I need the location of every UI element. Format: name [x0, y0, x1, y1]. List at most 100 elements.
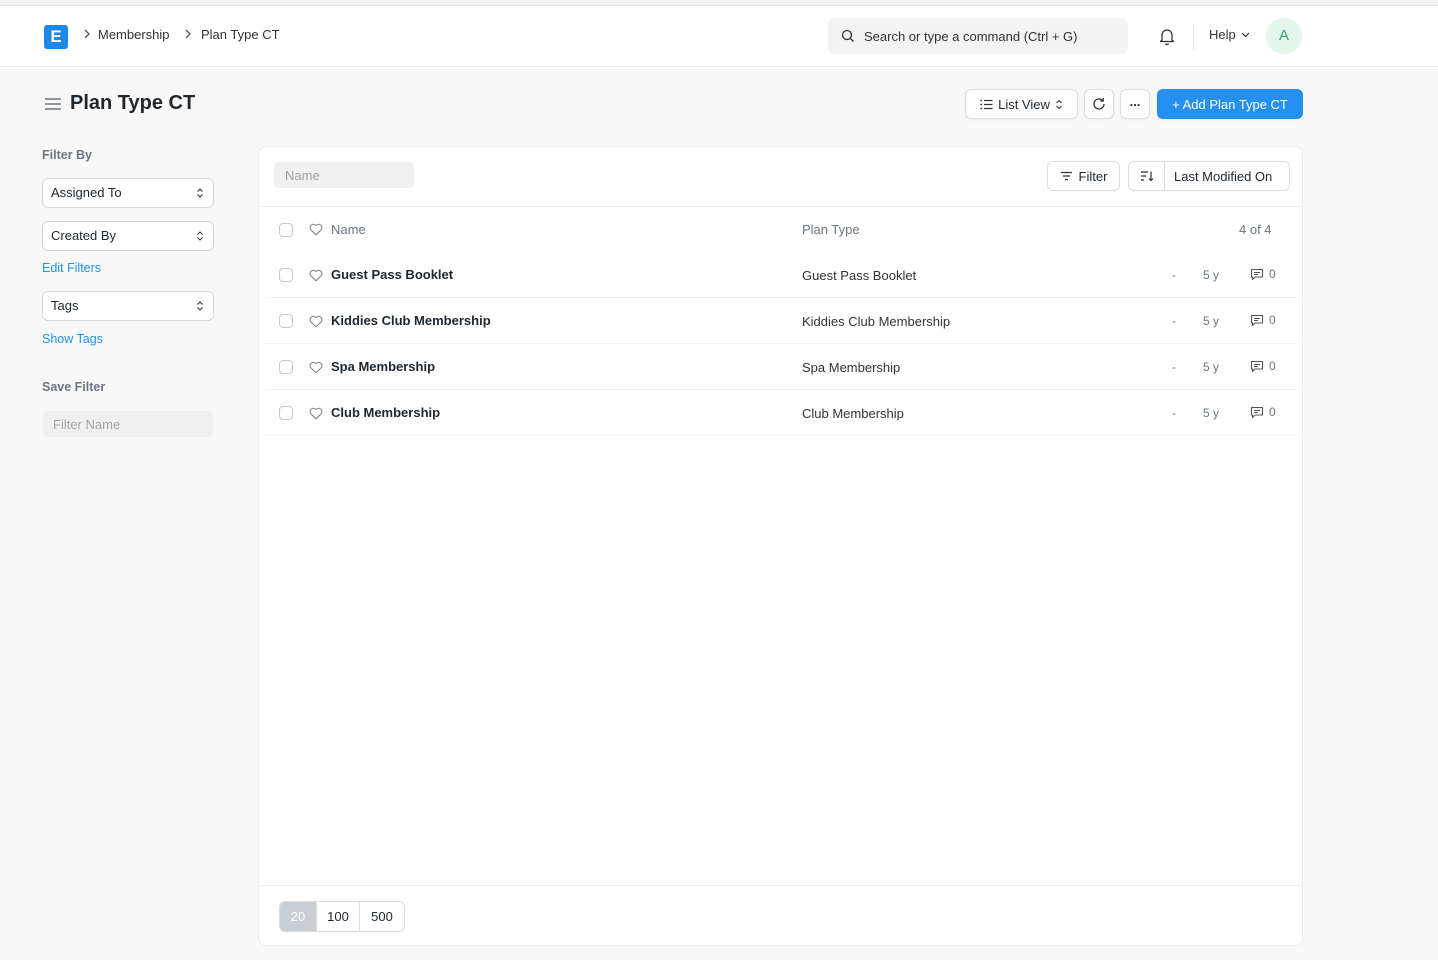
sidebar-toggle-icon[interactable] [44, 97, 62, 114]
page-size-selector: 20 100 500 [279, 901, 405, 932]
heart-icon[interactable] [309, 361, 323, 374]
divider [259, 885, 1302, 886]
breadcrumb-plan-type-ct[interactable]: Plan Type CT [201, 27, 280, 42]
avatar[interactable]: A [1266, 18, 1302, 54]
filter-button[interactable]: Filter [1047, 161, 1120, 191]
divider [259, 206, 1302, 207]
row-name-link[interactable]: Kiddies Club Membership [331, 313, 491, 328]
tags-select[interactable]: Tags [42, 291, 214, 321]
row-modified-time: 5 y [1203, 360, 1220, 374]
page-size-20-button[interactable]: 20 [280, 902, 317, 931]
refresh-button[interactable] [1084, 89, 1114, 119]
heart-icon[interactable] [309, 223, 323, 236]
page-size-100-button[interactable]: 100 [317, 902, 360, 931]
row-name-link[interactable]: Spa Membership [331, 359, 435, 374]
created-by-select[interactable]: Created By [42, 221, 214, 251]
table-row[interactable]: Kiddies Club Membership Kiddies Club Memb… [265, 298, 1297, 344]
select-caret-icon [197, 188, 203, 198]
breadcrumb-membership[interactable]: Membership [98, 27, 170, 42]
add-plan-type-label: + Add Plan Type CT [1172, 96, 1288, 112]
row-modified-time: 5 y [1203, 268, 1220, 282]
row-plan-type: Spa Membership [802, 360, 901, 375]
comment-count-value: 0 [1269, 359, 1276, 373]
assigned-to-select[interactable]: Assigned To [42, 178, 214, 208]
row-name-link[interactable]: Guest Pass Booklet [331, 267, 453, 282]
help-label: Help [1209, 27, 1236, 42]
show-tags-link[interactable]: Show Tags [42, 332, 103, 346]
table-row[interactable]: Club Membership Club Membership - 5 y 0 [265, 390, 1297, 436]
sort-caret-icon [1056, 99, 1062, 109]
navbar: E Membership Plan Type CT Help A [0, 6, 1438, 67]
heart-icon[interactable] [309, 315, 323, 328]
search-icon [841, 29, 854, 42]
row-plan-type: Club Membership [802, 406, 904, 421]
row-checkbox[interactable] [279, 268, 293, 282]
row-modified-time: 5 y [1203, 314, 1220, 328]
sort-selector[interactable]: Last Modified On [1128, 161, 1290, 191]
table-row[interactable]: Spa Membership Spa Membership - 5 y 0 [265, 344, 1297, 390]
filter-icon [1060, 171, 1072, 181]
sort-order-button[interactable] [1129, 162, 1165, 190]
app-logo[interactable]: E [44, 25, 68, 49]
filter-name-input[interactable] [43, 411, 213, 437]
table-row[interactable]: Guest Pass Booklet Guest Pass Booklet - 5 y… [265, 252, 1297, 298]
comment-icon [1250, 268, 1264, 280]
heart-icon[interactable] [309, 407, 323, 420]
page-size-500-button[interactable]: 500 [360, 902, 404, 931]
name-filter-input[interactable] [274, 162, 414, 188]
tags-label: Tags [51, 298, 79, 313]
row-name-link[interactable]: Club Membership [331, 405, 440, 420]
row-plan-type: Guest Pass Booklet [802, 268, 917, 283]
row-comment-count[interactable]: 0 [1250, 267, 1276, 281]
select-caret-icon [197, 301, 203, 311]
comment-count-value: 0 [1269, 267, 1276, 281]
row-checkbox[interactable] [279, 360, 293, 374]
row-status: - [1172, 268, 1176, 282]
search-input[interactable] [864, 18, 1114, 54]
search-bar[interactable] [828, 18, 1128, 54]
page-title: Plan Type CT [70, 92, 196, 114]
chevron-right-icon [183, 28, 193, 40]
record-count: 4 of 4 [1239, 222, 1272, 237]
chevron-down-icon [1241, 32, 1250, 37]
help-dropdown[interactable]: Help [1209, 27, 1250, 42]
navbar-divider [1193, 24, 1194, 50]
row-status: - [1172, 314, 1176, 328]
row-comment-count[interactable]: 0 [1250, 405, 1276, 419]
chevron-right-icon [82, 28, 92, 40]
row-plan-type: Kiddies Club Membership [802, 314, 951, 329]
row-modified-time: 5 y [1203, 406, 1220, 420]
select-caret-icon [197, 231, 203, 241]
sort-field-label[interactable]: Last Modified On [1165, 169, 1272, 184]
comment-count-value: 0 [1269, 405, 1276, 419]
row-comment-count[interactable]: 0 [1250, 359, 1276, 373]
list-view-switcher[interactable]: List View [965, 89, 1078, 119]
column-header-plan-type[interactable]: Plan Type [802, 222, 860, 237]
row-status: - [1172, 406, 1176, 420]
edit-filters-link[interactable]: Edit Filters [42, 261, 101, 275]
bell-icon[interactable] [1158, 27, 1176, 49]
add-plan-type-button[interactable]: + Add Plan Type CT [1157, 89, 1303, 119]
row-checkbox[interactable] [279, 406, 293, 420]
row-status: - [1172, 360, 1176, 374]
refresh-icon [1093, 98, 1105, 110]
more-actions-button[interactable]: ... [1120, 89, 1150, 119]
select-all-checkbox[interactable] [279, 223, 293, 237]
comment-icon [1250, 406, 1264, 418]
comment-count-value: 0 [1269, 313, 1276, 327]
assigned-to-label: Assigned To [51, 185, 122, 200]
row-comment-count[interactable]: 0 [1250, 313, 1276, 327]
save-filter-heading: Save Filter [42, 380, 106, 394]
filter-by-heading: Filter By [42, 148, 93, 162]
list-icon [980, 99, 993, 109]
more-icon: ... [1129, 93, 1141, 109]
heart-icon[interactable] [309, 269, 323, 282]
comment-icon [1250, 360, 1264, 372]
row-checkbox[interactable] [279, 314, 293, 328]
list-view-label: List View [998, 96, 1050, 112]
list-card: Filter Last Modified On Name Plan Type 4… [258, 146, 1303, 946]
comment-icon [1250, 314, 1264, 326]
column-header-name[interactable]: Name [331, 222, 366, 237]
filter-button-label: Filter [1078, 168, 1108, 184]
created-by-label: Created By [51, 228, 117, 243]
